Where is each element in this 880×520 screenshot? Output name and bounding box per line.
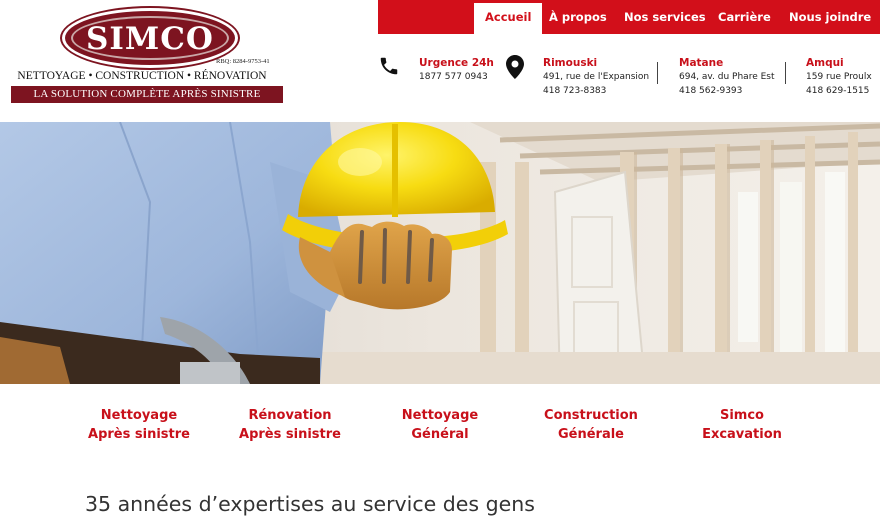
- amqui-title: Amqui: [806, 57, 844, 69]
- page: SIMCO RBQ: 8284-9753-41 NETTOYAGE • CONS…: [0, 0, 880, 520]
- service-subtitle: Général: [411, 427, 469, 442]
- amqui-address: 159 rue Proulx: [806, 72, 872, 82]
- service-simco-excavation[interactable]: Simco Excavation: [692, 406, 792, 444]
- map-pin-icon: [506, 55, 524, 79]
- site-header: SIMCO RBQ: 8284-9753-41 NETTOYAGE • CONS…: [0, 0, 880, 122]
- contact-divider: [785, 62, 786, 84]
- main-nav: Accueil À propos Nos services Carrière N…: [378, 0, 880, 34]
- simco-logo[interactable]: SIMCO RBQ: 8284-9753-41 NETTOYAGE • CONS…: [10, 6, 284, 106]
- logo-name: SIMCO: [86, 21, 214, 57]
- service-title: Nettoyage: [100, 408, 178, 423]
- rimouski-title: Rimouski: [543, 57, 598, 69]
- contact-rimouski: Rimouski 491, rue de l'Expansion 418 723…: [543, 56, 649, 98]
- service-title: Simco: [719, 408, 764, 423]
- nav-carriere[interactable]: Carrière: [718, 0, 771, 34]
- hero-image: [0, 122, 880, 384]
- contact-amqui: Amqui 159 rue Proulx 418 629-1515: [806, 56, 872, 98]
- service-subtitle: Générale: [557, 427, 624, 442]
- nav-a-propos[interactable]: À propos: [549, 0, 607, 34]
- logo-oval: SIMCO: [62, 8, 238, 68]
- contact-matane: Matane 694, av. du Phare Est 418 562-939…: [679, 56, 775, 98]
- service-nettoyage-general[interactable]: Nettoyage Général: [390, 406, 490, 444]
- service-title: Rénovation: [248, 408, 332, 423]
- service-subtitle: Après sinistre: [88, 427, 190, 442]
- nav-accueil[interactable]: Accueil: [474, 3, 543, 34]
- rimouski-address: 491, rue de l'Expansion: [543, 72, 650, 82]
- nav-nos-services[interactable]: Nos services: [624, 0, 706, 34]
- nav-nous-joindre[interactable]: Nous joindre: [789, 0, 871, 34]
- urgence-title: Urgence 24h: [419, 57, 494, 69]
- contact-divider: [657, 62, 658, 84]
- service-title: Construction: [544, 408, 638, 423]
- matane-address: 694, av. du Phare Est: [679, 72, 775, 82]
- service-renovation-apres-sinistre[interactable]: Rénovation Après sinistre: [234, 406, 346, 444]
- contact-urgence: Urgence 24h 1877 577 0943: [419, 56, 494, 84]
- service-construction-generale[interactable]: Construction Générale: [536, 406, 646, 444]
- logo-services: NETTOYAGE • CONSTRUCTION • RÉNOVATION: [17, 70, 267, 82]
- matane-phone[interactable]: 418 562-9393: [679, 84, 775, 98]
- amqui-phone[interactable]: 418 629-1515: [806, 84, 872, 98]
- logo-tagline: LA SOLUTION COMPLÈTE APRÈS SINISTRE: [11, 86, 283, 103]
- page-headline: 35 années d’expertises au service des ge…: [85, 492, 535, 516]
- service-subtitle: Excavation: [702, 427, 782, 442]
- phone-icon: [380, 57, 398, 75]
- rimouski-phone[interactable]: 418 723-8383: [543, 84, 649, 98]
- urgence-phone[interactable]: 1877 577 0943: [419, 70, 494, 84]
- matane-title: Matane: [679, 57, 724, 69]
- service-subtitle: Après sinistre: [239, 427, 341, 442]
- service-title: Nettoyage: [401, 408, 479, 423]
- hero-banner: [0, 122, 880, 384]
- logo-rbq-number: RBQ: 8284-9753-41: [216, 58, 270, 65]
- service-nettoyage-apres-sinistre[interactable]: Nettoyage Après sinistre: [83, 406, 195, 444]
